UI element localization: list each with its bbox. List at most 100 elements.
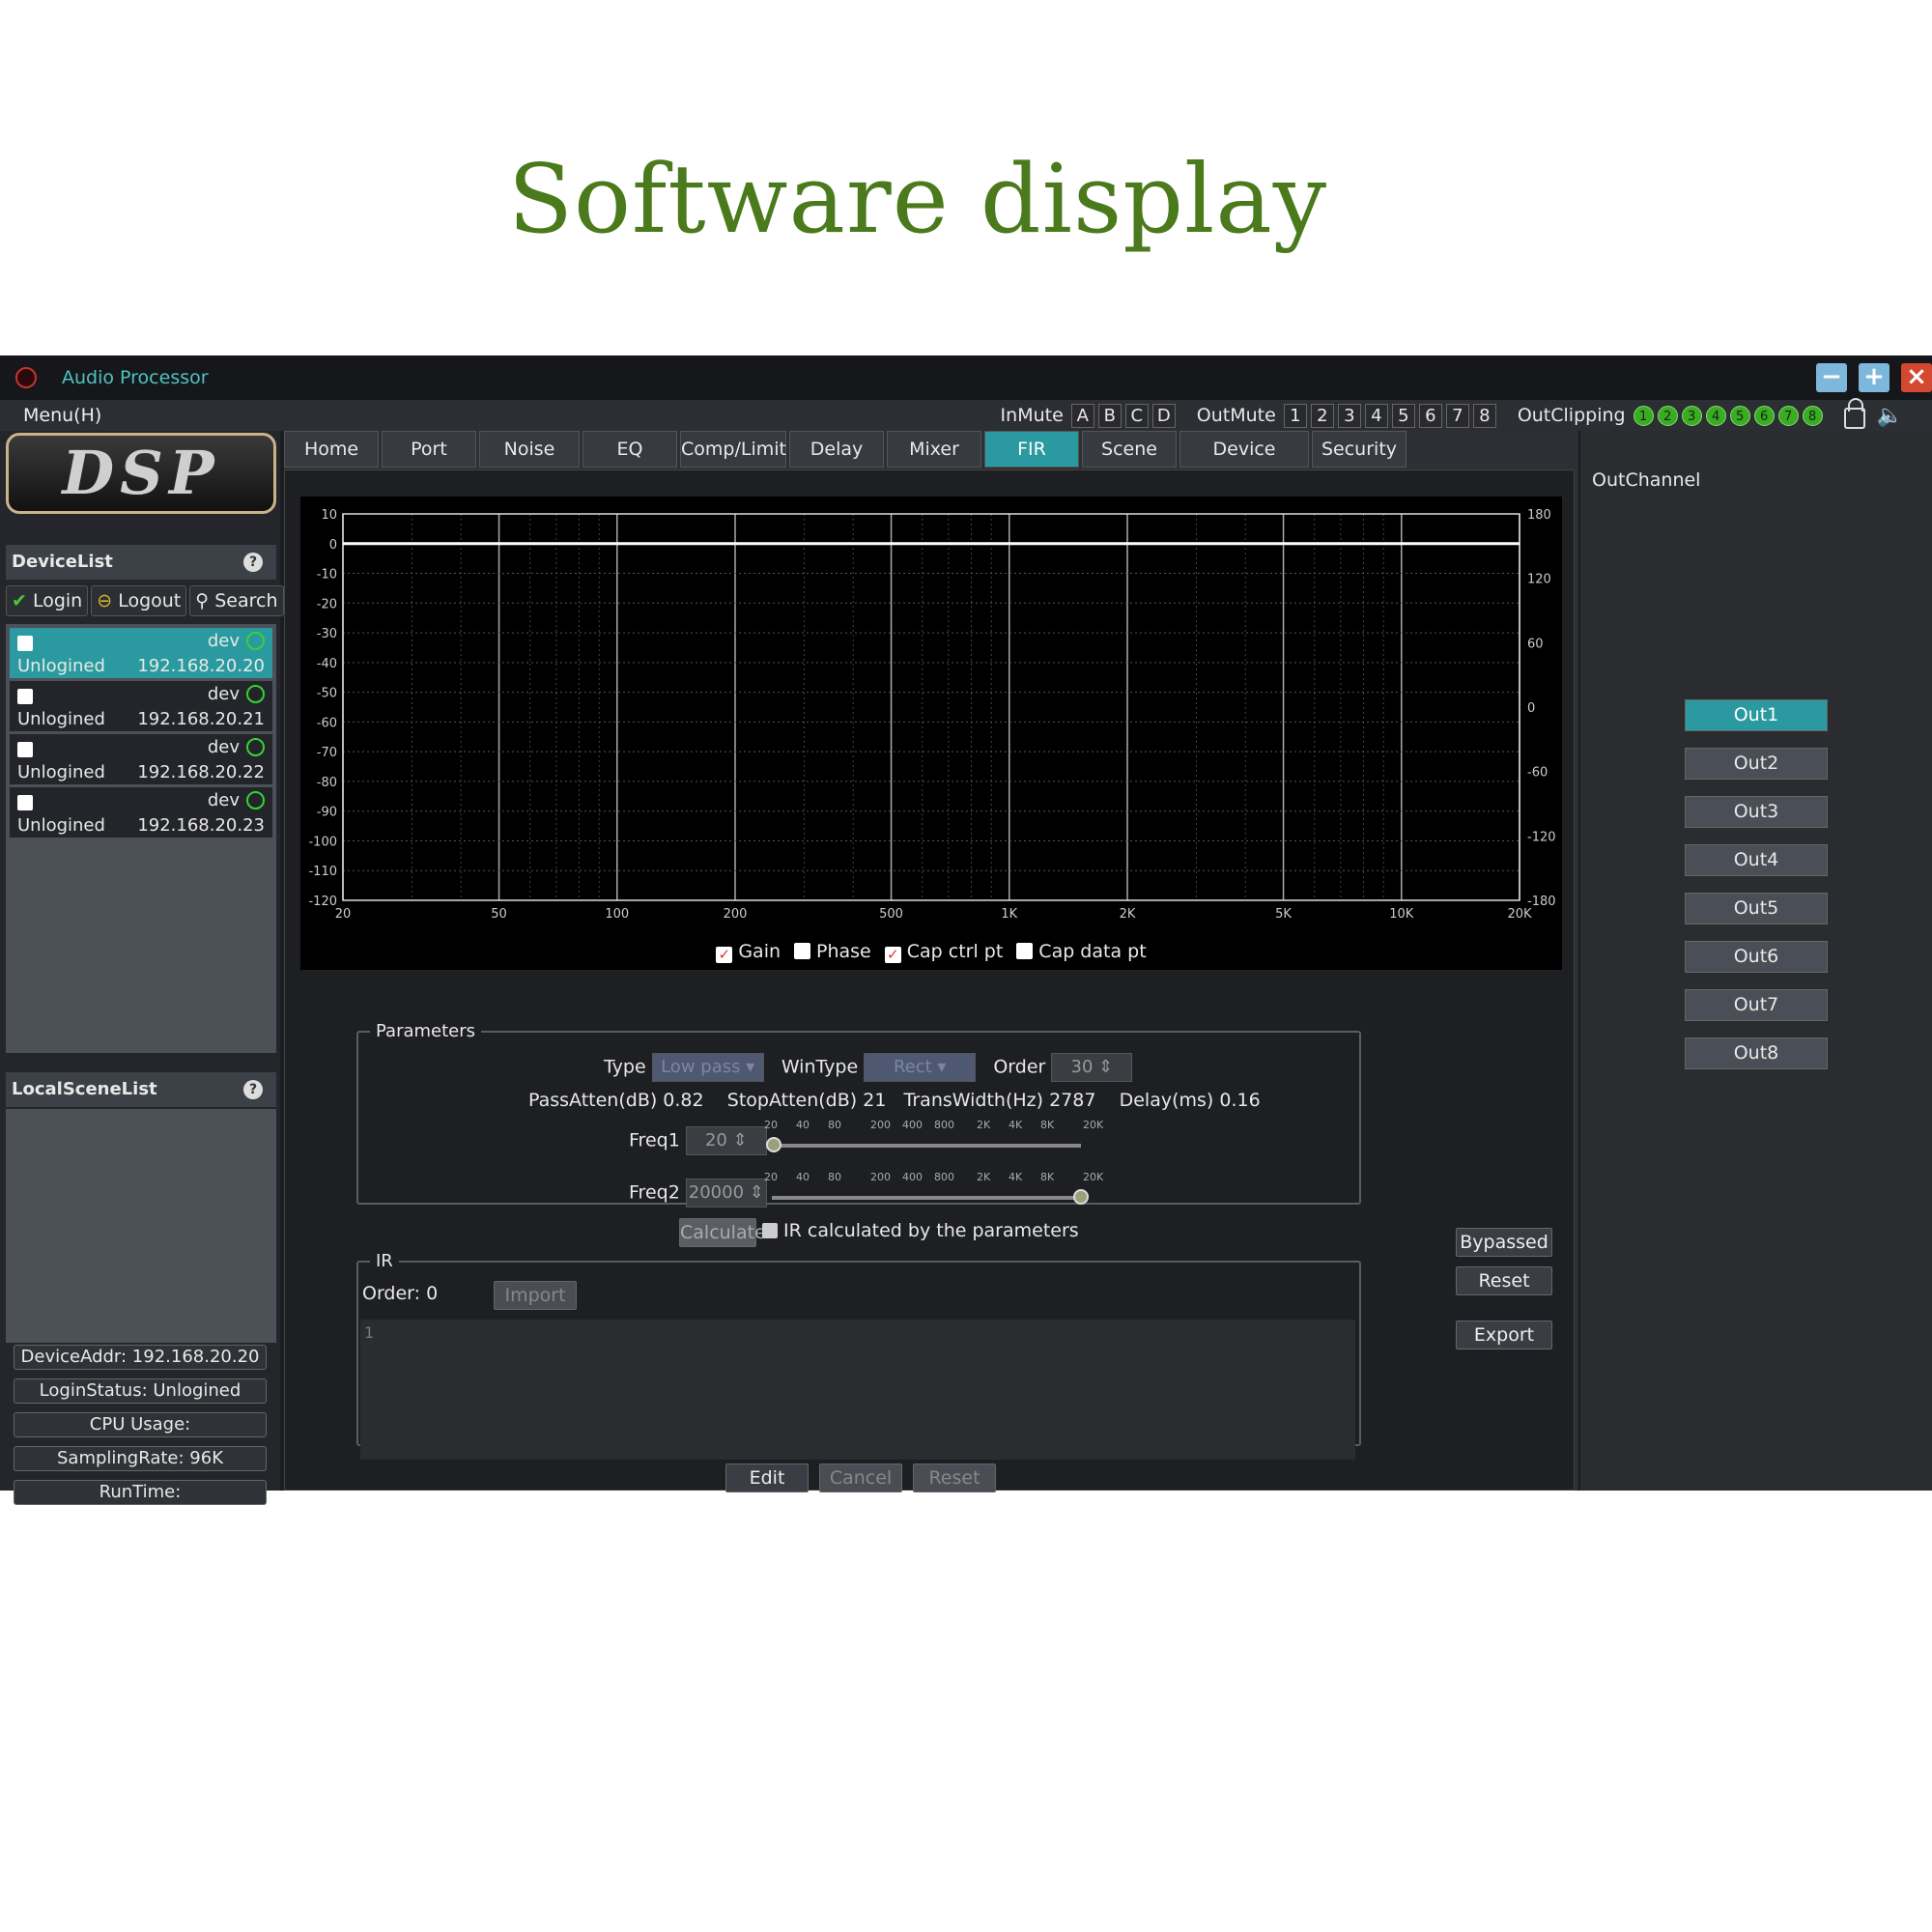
ir-calculated-checkbox[interactable]: [762, 1223, 778, 1238]
order-spinbox[interactable]: 30 ⇕: [1051, 1053, 1133, 1082]
outmute-3[interactable]: 3: [1337, 403, 1361, 428]
device-item[interactable]: dev Unlogined 192.168.20.21: [10, 681, 272, 731]
device-checkbox[interactable]: [17, 742, 33, 757]
freq1-slider[interactable]: 20 40 80 200 400 800 2K 4K 8K 20K: [764, 1119, 1103, 1177]
local-scene-list[interactable]: [6, 1109, 276, 1343]
reset-button[interactable]: Reset: [1456, 1266, 1552, 1295]
checkbox-gain[interactable]: ✓: [716, 947, 733, 963]
legend-cap-ctrl-pt[interactable]: ✓ Cap ctrl pt: [884, 941, 1003, 963]
logout-button[interactable]: ⊖ Logout: [91, 585, 187, 616]
ir-text-area[interactable]: 1: [360, 1320, 1355, 1460]
tab-comp-limit[interactable]: Comp/Limit: [680, 431, 786, 468]
outclipping-2: 2: [1657, 405, 1678, 426]
cancel-button[interactable]: Cancel: [819, 1463, 902, 1492]
ir-line-number: 1: [364, 1323, 375, 1342]
checkbox-cap-ctrl-pt[interactable]: ✓: [884, 947, 901, 963]
bypassed-button[interactable]: Bypassed: [1456, 1228, 1552, 1257]
tab-mixer[interactable]: Mixer: [887, 431, 981, 468]
out3-button[interactable]: Out3: [1685, 796, 1828, 828]
device-checkbox[interactable]: [17, 689, 33, 704]
import-button[interactable]: Import: [494, 1281, 577, 1310]
tab-noise-gate[interactable]: Noise Gate: [479, 431, 580, 495]
freq2-spinbox[interactable]: 20000 ⇕: [685, 1179, 767, 1208]
outmute-6[interactable]: 6: [1418, 403, 1442, 428]
outmute-8[interactable]: 8: [1472, 403, 1496, 428]
out5-button[interactable]: Out5: [1685, 893, 1828, 924]
outmute-4[interactable]: 4: [1364, 403, 1388, 428]
menu-button[interactable]: Menu(H): [23, 405, 101, 426]
out4-button[interactable]: Out4: [1685, 844, 1828, 876]
legend-gain[interactable]: ✓ Gain: [716, 941, 781, 963]
inmute-c[interactable]: C: [1124, 403, 1149, 428]
calculate-button[interactable]: Calculate: [679, 1218, 766, 1247]
tab-delay[interactable]: Delay: [789, 431, 884, 468]
tab-device-setting[interactable]: Device Setting: [1179, 431, 1309, 495]
x-tick-label: 10K: [1389, 907, 1414, 922]
out2-button[interactable]: Out2: [1685, 748, 1828, 780]
device-checkbox[interactable]: [17, 636, 33, 651]
device-item[interactable]: dev Unlogined 192.168.20.23: [10, 787, 272, 838]
online-status-icon: [246, 738, 265, 756]
checkbox-phase[interactable]: [794, 943, 811, 959]
device-item[interactable]: dev Unlogined 192.168.20.20: [10, 628, 272, 678]
minimize-button[interactable]: −: [1816, 363, 1847, 392]
device-checkbox[interactable]: [17, 795, 33, 810]
freq1-spinbox[interactable]: 20 ⇕: [685, 1126, 767, 1155]
online-status-icon: [246, 791, 265, 810]
fir-panel: 20 50 100 200 500 1K 2K 5K 10K 20K 10 0 -10 -20 -30 -40…: [284, 469, 1575, 1492]
edit-button[interactable]: Edit: [725, 1463, 809, 1492]
y-tick-label: -110: [308, 865, 337, 879]
device-status: Unlogined: [17, 762, 105, 782]
checkbox-cap-data-pt[interactable]: [1016, 943, 1034, 959]
outmute-2[interactable]: 2: [1310, 403, 1334, 428]
tab-scene[interactable]: Scene: [1082, 431, 1177, 468]
legend-phase[interactable]: Phase: [794, 941, 871, 963]
outmute-5[interactable]: 5: [1391, 403, 1415, 428]
outmute-1[interactable]: 1: [1283, 403, 1307, 428]
ir-title: IR: [376, 1251, 393, 1271]
search-button[interactable]: ⚲ Search: [189, 585, 284, 616]
slider-knob[interactable]: [1073, 1189, 1089, 1205]
device-item[interactable]: dev Unlogined 192.168.20.22: [10, 734, 272, 784]
help-icon[interactable]: ?: [243, 1080, 263, 1099]
slider-tick-label: 200: [870, 1119, 891, 1131]
stopatten-text: StopAtten(dB) 21: [726, 1090, 887, 1111]
export-button[interactable]: Export: [1456, 1321, 1552, 1350]
slider-tick-label: 400: [902, 1119, 923, 1131]
tab-fir[interactable]: FIR: [984, 431, 1079, 468]
slider-tick-label: 200: [870, 1171, 891, 1183]
stats-row: PassAtten(dB) 0.82 StopAtten(dB) 21 Tran…: [528, 1090, 1261, 1111]
y-tick-label: -90: [317, 806, 337, 820]
type-select[interactable]: Low pass ▾: [651, 1053, 764, 1082]
out6-button[interactable]: Out6: [1685, 941, 1828, 973]
close-button[interactable]: ×: [1901, 363, 1932, 392]
wintype-select[interactable]: Rect ▾: [864, 1053, 977, 1082]
audio-processor-window: Audio Processor − + × Menu(H) InMute A B…: [0, 355, 1932, 1505]
out1-button[interactable]: Out1: [1685, 699, 1828, 731]
inmute-b[interactable]: B: [1097, 403, 1122, 428]
reset-ir-button[interactable]: Reset: [913, 1463, 996, 1492]
outmute-7[interactable]: 7: [1445, 403, 1469, 428]
login-button[interactable]: ✔ Login: [6, 585, 89, 616]
freq1-label: Freq1: [629, 1129, 680, 1151]
outclipping-6: 6: [1753, 405, 1775, 426]
out8-button[interactable]: Out8: [1685, 1037, 1828, 1069]
help-icon[interactable]: ?: [243, 553, 263, 572]
tab-security[interactable]: Security: [1312, 431, 1406, 468]
slider-knob[interactable]: [766, 1137, 781, 1152]
legend-cap-data-pt[interactable]: Cap data pt: [1016, 941, 1147, 963]
runtime-field: RunTime:: [14, 1480, 267, 1505]
tab-home[interactable]: Home: [284, 431, 379, 468]
check-icon: ✔: [12, 590, 27, 611]
dsp-logo: DSP: [6, 433, 276, 514]
y2-tick-label: -180: [1527, 895, 1556, 909]
lock-icon[interactable]: [1843, 398, 1865, 429]
tab-port[interactable]: Port: [382, 431, 476, 468]
tab-eq[interactable]: EQ: [582, 431, 677, 468]
out7-button[interactable]: Out7: [1685, 989, 1828, 1021]
slider-tick-label: 20K: [1083, 1171, 1104, 1183]
inmute-d[interactable]: D: [1151, 403, 1176, 428]
inmute-a[interactable]: A: [1070, 403, 1094, 428]
speaker-icon[interactable]: 🔈: [1877, 404, 1903, 428]
maximize-button[interactable]: +: [1859, 363, 1889, 392]
